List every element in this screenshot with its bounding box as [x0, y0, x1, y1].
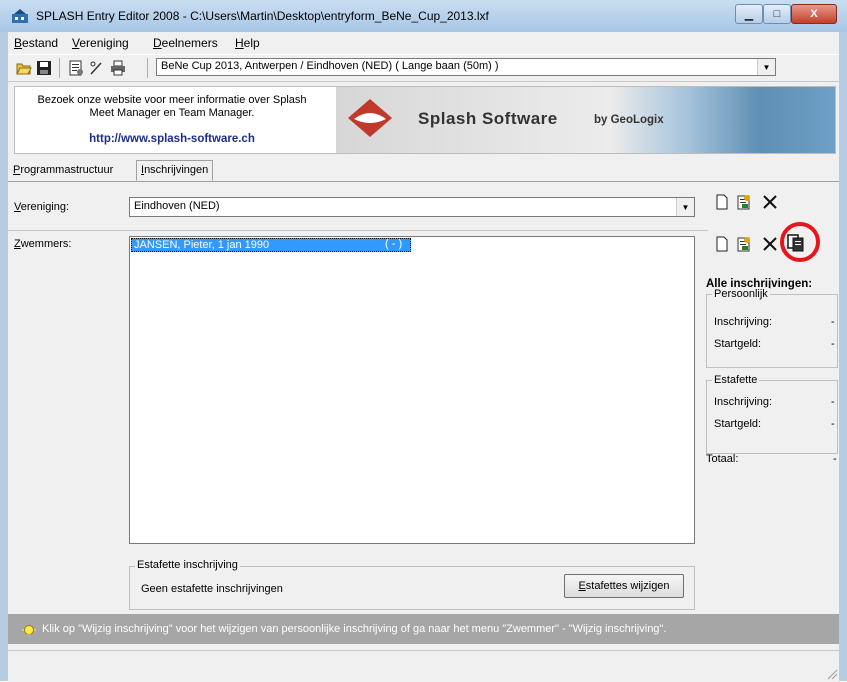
menu-help-label: elp — [243, 36, 260, 50]
persoonlijk-inschrijving-value: - — [831, 316, 835, 328]
print-icon[interactable] — [110, 60, 126, 76]
totaal-label: Totaal: — [706, 453, 739, 465]
save-disk-icon[interactable] — [36, 60, 52, 76]
banner-line-1: Bezoek onze website voor meer informatie… — [37, 94, 307, 106]
splash-logo-icon — [348, 99, 392, 137]
lightbulb-icon — [22, 625, 36, 637]
menu-bestand-label: estand — [22, 36, 59, 50]
section-divider — [8, 230, 708, 231]
menu-bestand-accel: B — [14, 36, 23, 50]
meet-select[interactable]: BeNe Cup 2013, Antwerpen / Eindhoven (NE… — [156, 58, 776, 76]
window-title: SPLASH Entry Editor 2008 - C:\Users\Mart… — [36, 9, 489, 23]
minimize-button[interactable]: ▁ — [735, 4, 763, 24]
edit-document-icon[interactable] — [736, 194, 752, 210]
label-accel: Z — [14, 238, 21, 250]
persoonlijk-inschrijving-label: Inschrijving: — [714, 316, 773, 328]
tab-programmastructuur[interactable]: Programmastructuur — [9, 161, 117, 181]
estafette-summary-title: Estafette — [712, 374, 760, 386]
swimmer-status: ( - ) — [385, 238, 403, 250]
maximize-button[interactable]: □ — [763, 4, 791, 24]
tab-label: rogrammastructuur — [20, 164, 114, 176]
estafette-startgeld-value: - — [831, 418, 835, 430]
menu-help-accel: H — [235, 36, 244, 50]
persoonlijk-title: Persoonlijk — [712, 288, 770, 300]
highlight-circle — [780, 222, 820, 262]
vereniging-label: Vereniging: — [14, 201, 69, 213]
totaal-value: - — [833, 453, 837, 465]
menu-vereniging[interactable]: Vereniging — [72, 36, 129, 50]
estafette-inschrijving-value: - — [831, 396, 835, 408]
new-document-icon[interactable] — [714, 236, 730, 252]
website-link[interactable]: http://www.splash-software.ch — [22, 133, 322, 145]
menu-help[interactable]: Help — [235, 36, 260, 50]
estafettes-wijzigen-button[interactable]: Estafettes wijzigen — [564, 574, 684, 598]
button-label: stafettes wijzigen — [585, 580, 670, 592]
estafette-none-text: Geen estafette inschrijvingen — [141, 583, 283, 595]
new-document-icon[interactable] — [714, 194, 730, 210]
menu-vereniging-label: ereniging — [79, 36, 129, 50]
banner-text: Bezoek onze website voor meer informatie… — [22, 94, 322, 120]
menu-deelnemers[interactable]: Deelnemers — [153, 36, 218, 50]
edit-document-icon[interactable] — [736, 236, 752, 252]
status-bar — [8, 650, 839, 682]
chevron-down-icon[interactable]: ▼ — [676, 198, 694, 216]
menu-bar — [8, 32, 839, 54]
tab-strip — [8, 181, 839, 182]
estafette-inschrijving-label: Inschrijving: — [714, 396, 773, 408]
estafette-startgeld-label: Startgeld: — [714, 418, 762, 430]
toolbar-separator — [59, 58, 60, 78]
open-folder-icon[interactable] — [16, 60, 32, 76]
chevron-down-icon[interactable]: ▼ — [757, 59, 775, 75]
close-button[interactable]: X — [791, 4, 837, 24]
menu-deelnemers-accel: D — [153, 36, 162, 50]
logo-text: Splash Software — [418, 109, 558, 128]
estafette-summary-groupbox — [706, 380, 838, 454]
wand-icon[interactable] — [88, 60, 104, 76]
tab-label: nschrijvingen — [144, 164, 209, 176]
splash-software-banner-image — [336, 87, 835, 153]
meet-select-value: BeNe Cup 2013, Antwerpen / Eindhoven (NE… — [161, 60, 499, 72]
delete-icon[interactable] — [762, 236, 778, 252]
menu-bestand[interactable]: Bestand — [14, 36, 58, 50]
estafette-inschrijving-title: Estafette inschrijving — [135, 559, 240, 571]
tab-inschrijvingen[interactable]: Inschrijvingen — [136, 160, 214, 181]
button-accel: E — [578, 580, 586, 592]
label-accel: V — [14, 201, 21, 213]
hint-text: Klik op "Wijzig inschrijving" voor het w… — [42, 623, 667, 635]
vereniging-select[interactable]: Eindhoven (NED) ▼ — [129, 197, 695, 217]
zwemmers-label: Zwemmers: — [14, 238, 71, 250]
label-text: ereniging: — [20, 201, 70, 213]
persoonlijk-startgeld-value: - — [831, 338, 835, 350]
swimmer-name: JANSEN, Pieter, 1 jan 1990 — [134, 239, 270, 251]
persoonlijk-groupbox — [706, 294, 838, 368]
persoonlijk-startgeld-label: Startgeld: — [714, 338, 762, 350]
resize-grip-icon[interactable] — [824, 666, 838, 680]
banner-line-2: Meet Manager en Team Manager. — [89, 107, 255, 119]
delete-icon[interactable] — [762, 194, 778, 210]
window-frame-right — [839, 32, 847, 681]
app-icon — [12, 9, 28, 23]
properties-icon[interactable] — [68, 60, 84, 76]
toolbar-separator — [147, 58, 148, 78]
menu-deelnemers-label: eelnemers — [161, 36, 218, 50]
logo-by: by GeoLogix — [594, 114, 664, 126]
label-text: wemmers: — [20, 238, 72, 250]
zwemmers-list[interactable] — [129, 236, 695, 544]
vereniging-value: Eindhoven (NED) — [134, 200, 220, 212]
window-frame-left — [0, 32, 8, 681]
list-item[interactable]: JANSEN, Pieter, 1 jan 1990 — [131, 238, 411, 252]
